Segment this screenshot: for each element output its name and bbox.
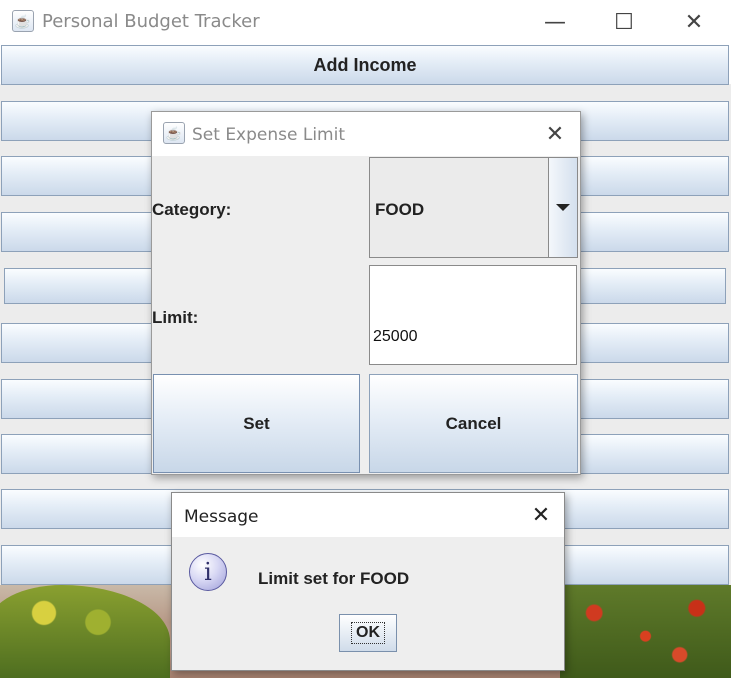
- dialog-close-button[interactable]: ✕: [532, 112, 578, 156]
- message-close-button[interactable]: ✕: [518, 493, 564, 537]
- set-expense-limit-dialog: ☕ Set Expense Limit ✕ Category: FOOD Lim…: [151, 111, 581, 475]
- flowers-image: [560, 585, 731, 678]
- category-selected-value: FOOD: [375, 200, 425, 219]
- add-income-button[interactable]: Add Income: [1, 45, 729, 85]
- info-icon: i: [189, 553, 227, 591]
- limit-label: Limit:: [152, 308, 199, 327]
- category-label: Category:: [152, 200, 232, 219]
- message-dialog: Message ✕ i Limit set for FOOD OK: [171, 492, 565, 671]
- java-icon: ☕: [12, 10, 34, 32]
- limit-input[interactable]: [369, 265, 577, 365]
- ok-button[interactable]: OK: [339, 614, 397, 652]
- hedge-image: [0, 585, 170, 678]
- dialog-title-bar: ☕ Set Expense Limit ✕: [152, 112, 580, 156]
- java-icon: ☕: [163, 122, 185, 144]
- minimize-button[interactable]: —: [532, 0, 578, 44]
- close-button[interactable]: ✕: [671, 0, 717, 44]
- chevron-down-icon[interactable]: [548, 158, 577, 257]
- ok-button-label: OK: [351, 622, 385, 644]
- cancel-button[interactable]: Cancel: [369, 374, 578, 473]
- maximize-button[interactable]: ☐: [601, 0, 647, 44]
- message-title: Message: [184, 507, 259, 527]
- set-button[interactable]: Set: [153, 374, 360, 473]
- main-title-bar: ☕ Personal Budget Tracker — ☐ ✕: [0, 0, 731, 44]
- dialog-title: Set Expense Limit: [192, 125, 346, 145]
- message-text: Limit set for FOOD: [258, 569, 410, 588]
- message-title-bar: Message ✕: [172, 493, 564, 537]
- window-title: Personal Budget Tracker: [42, 11, 260, 32]
- category-select[interactable]: FOOD: [369, 157, 578, 258]
